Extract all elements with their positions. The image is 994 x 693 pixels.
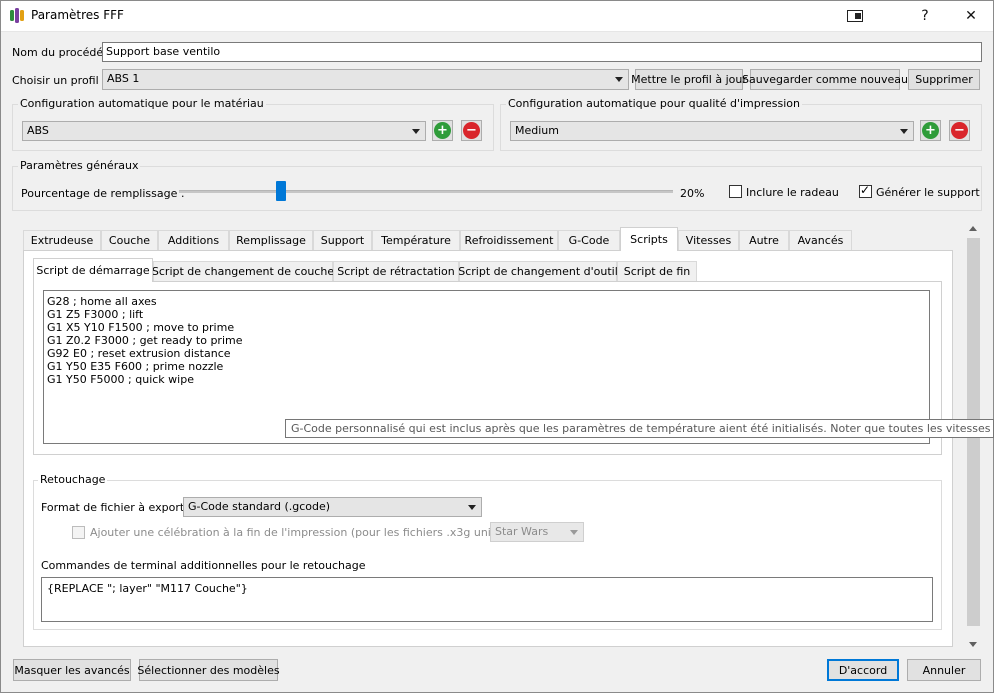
chevron-down-icon bbox=[412, 129, 420, 134]
celebration-select-value: Star Wars bbox=[495, 525, 549, 538]
tooltip: G-Code personnalisé qui est inclus après… bbox=[285, 419, 994, 438]
save-as-new-button[interactable]: Sauvegarder comme nouveau bbox=[742, 69, 908, 90]
procedure-label: Nom du procédé : bbox=[12, 46, 111, 59]
script-line: G1 Y50 E35 F600 ; prime nozzle bbox=[47, 360, 224, 373]
add-material-button[interactable]: + bbox=[432, 120, 453, 141]
chevron-down-icon bbox=[900, 129, 908, 134]
export-format-select[interactable]: G-Code standard (.gcode) bbox=[183, 497, 482, 517]
profile-select-value: ABS 1 bbox=[107, 72, 140, 85]
material-config-title: Configuration automatique pour le matéri… bbox=[18, 97, 266, 110]
slider-groove bbox=[179, 190, 673, 193]
ok-button[interactable]: D'accord bbox=[827, 659, 899, 681]
tab-remplissage[interactable]: Remplissage bbox=[229, 230, 313, 250]
remove-material-button[interactable]: − bbox=[461, 120, 482, 141]
subtab-0[interactable]: Script de démarrage bbox=[33, 258, 153, 282]
tab-scripts[interactable]: Scripts bbox=[620, 227, 678, 251]
infill-slider[interactable] bbox=[179, 181, 673, 202]
tab-additions[interactable]: Additions bbox=[158, 230, 229, 250]
celebration-label: Ajouter une célébration à la fin de l'im… bbox=[90, 526, 545, 539]
dock-icon bbox=[847, 9, 863, 22]
chevron-down-icon bbox=[615, 77, 623, 82]
tab-support[interactable]: Support bbox=[313, 230, 372, 250]
raft-label: Inclure le radeau bbox=[746, 186, 839, 199]
celebration-checkbox[interactable] bbox=[72, 526, 85, 539]
tab-autre[interactable]: Autre bbox=[739, 230, 789, 250]
scroll-up-icon[interactable] bbox=[969, 226, 977, 231]
plus-icon: + bbox=[434, 122, 451, 139]
help-button[interactable]: ? bbox=[902, 0, 948, 31]
subtab-3[interactable]: Script de changement d'outil bbox=[458, 261, 618, 281]
tab-refroidissement[interactable]: Refroidissement bbox=[460, 230, 558, 250]
procedure-name-input[interactable]: Support base ventilo bbox=[102, 42, 982, 62]
tab-extrudeuse[interactable]: Extrudeuse bbox=[23, 230, 101, 250]
tab-g-code[interactable]: G-Code bbox=[558, 230, 620, 250]
raft-checkbox[interactable] bbox=[729, 185, 742, 198]
terminal-commands-label: Commandes de terminal additionnelles pou… bbox=[41, 559, 366, 572]
export-format-value: G-Code standard (.gcode) bbox=[188, 500, 331, 513]
tab-couche[interactable]: Couche bbox=[101, 230, 158, 250]
tab-avances[interactable]: Avancés bbox=[789, 230, 852, 250]
plus-icon: + bbox=[922, 122, 939, 139]
profile-select[interactable]: ABS 1 bbox=[102, 69, 629, 90]
minus-icon: − bbox=[951, 122, 968, 139]
general-settings-title: Paramètres généraux bbox=[18, 159, 141, 172]
profile-label: Choisir un profil : bbox=[12, 74, 106, 87]
chevron-down-icon bbox=[468, 505, 476, 510]
material-select[interactable]: ABS bbox=[22, 121, 426, 141]
infill-value: 20% bbox=[680, 187, 705, 200]
support-checkbox[interactable] bbox=[859, 183, 872, 198]
tab-temperature[interactable]: Température bbox=[372, 230, 460, 250]
script-line: G28 ; home all axes bbox=[47, 295, 157, 308]
minus-icon: − bbox=[463, 122, 480, 139]
support-label: Générer le support bbox=[876, 186, 980, 199]
script-line: G1 Y50 F5000 ; quick wipe bbox=[47, 373, 194, 386]
post-processing-title: Retouchage bbox=[38, 473, 108, 486]
material-select-value: ABS bbox=[27, 124, 49, 137]
scroll-down-icon[interactable] bbox=[969, 642, 977, 647]
close-button[interactable]: ✕ bbox=[948, 0, 994, 31]
delete-profile-button[interactable]: Supprimer bbox=[908, 69, 980, 90]
infill-label: Pourcentage de remplissage : bbox=[21, 187, 185, 200]
chevron-down-icon bbox=[570, 530, 578, 535]
script-line: G1 Z0.2 F3000 ; get ready to prime bbox=[47, 334, 243, 347]
quality-select[interactable]: Medium bbox=[510, 121, 914, 141]
cancel-button[interactable]: Annuler bbox=[907, 659, 981, 681]
quality-config-title: Configuration automatique pour qualité d… bbox=[506, 97, 803, 110]
quality-select-value: Medium bbox=[515, 124, 559, 137]
select-models-button[interactable]: Sélectionner des modèles bbox=[137, 659, 280, 681]
context-help-button[interactable] bbox=[832, 0, 878, 31]
subtab-1[interactable]: Script de changement de couche bbox=[152, 261, 334, 281]
script-line: G92 E0 ; reset extrusion distance bbox=[47, 347, 231, 360]
tab-vitesses[interactable]: Vitesses bbox=[678, 230, 739, 250]
export-format-label: Format de fichier à exporter bbox=[41, 501, 196, 514]
remove-quality-button[interactable]: − bbox=[949, 120, 970, 141]
update-profile-button[interactable]: Mettre le profil à jour bbox=[631, 69, 747, 90]
terminal-commands-input[interactable]: {REPLACE "; layer" "M117 Couche"} bbox=[41, 577, 933, 622]
app-icon bbox=[10, 8, 24, 23]
script-line: G1 Z5 F3000 ; lift bbox=[47, 308, 144, 321]
celebration-select[interactable]: Star Wars bbox=[490, 522, 584, 542]
window-title: Paramètres FFF bbox=[31, 8, 124, 22]
script-line: G1 X5 Y10 F1500 ; move to prime bbox=[47, 321, 235, 334]
subtab-2[interactable]: Script de rétractation bbox=[333, 261, 459, 281]
add-quality-button[interactable]: + bbox=[920, 120, 941, 141]
subtab-4[interactable]: Script de fin bbox=[617, 261, 697, 281]
slider-handle[interactable] bbox=[276, 181, 286, 201]
hide-advanced-button[interactable]: Masquer les avancés bbox=[13, 659, 131, 681]
